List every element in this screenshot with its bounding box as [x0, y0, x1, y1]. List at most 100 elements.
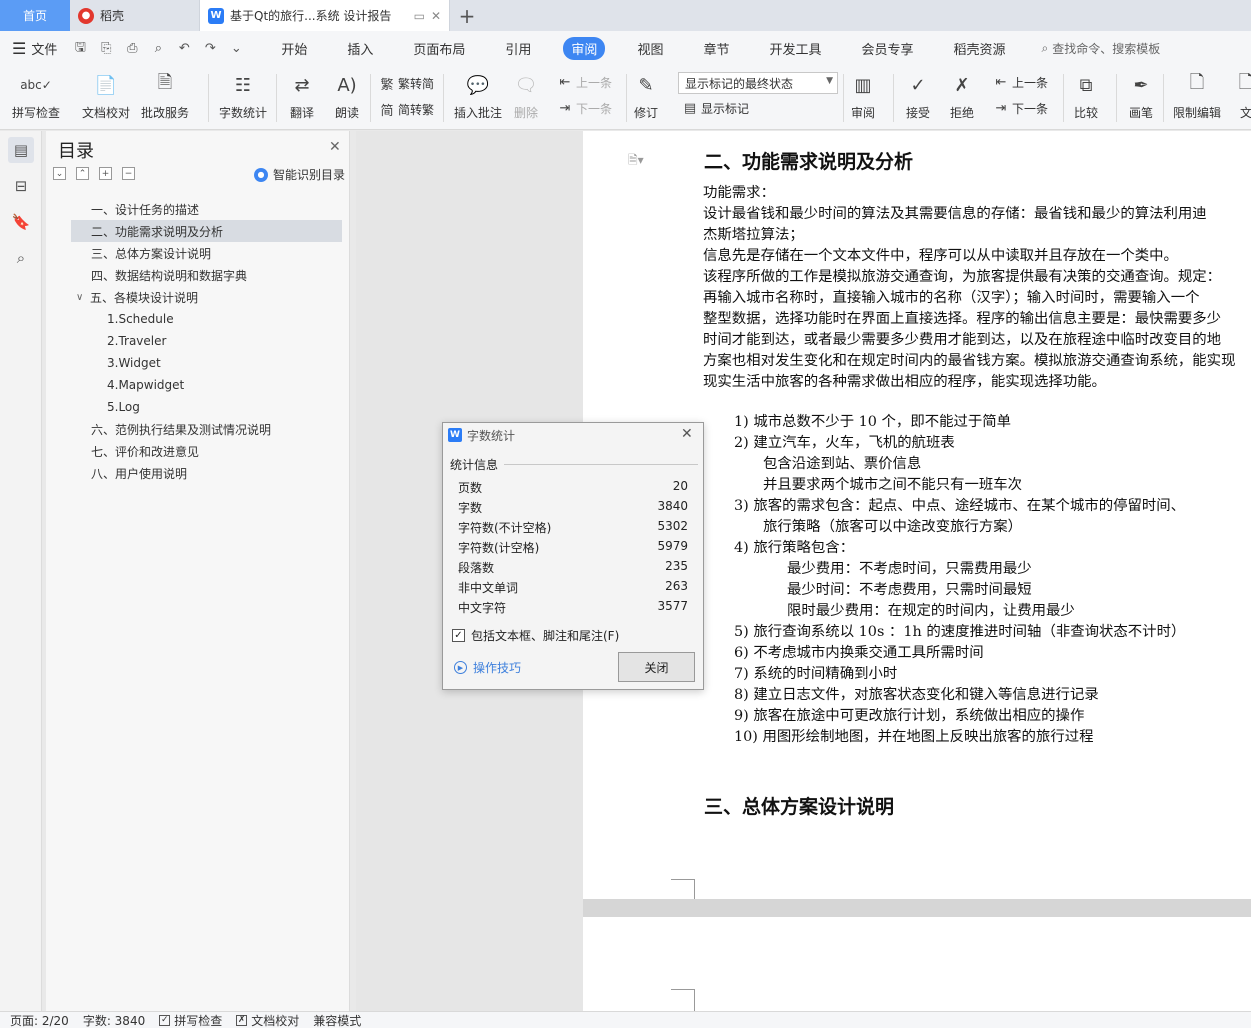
- review-pane-button[interactable]: ▥ 审阅: [849, 70, 877, 121]
- word-count-indicator[interactable]: 字数: 3840: [83, 1012, 145, 1028]
- list-item: 3) 旅客的需求包含：起点、中点、途经城市、在某个城市的停留时间、: [734, 498, 1186, 514]
- toc-item[interactable]: 八、用户使用说明: [71, 462, 342, 484]
- redo-icon[interactable]: ↷: [201, 41, 219, 56]
- file-menu[interactable]: ☰ 文件: [12, 39, 57, 58]
- toc-item[interactable]: 四、数据结构说明和数据字典: [71, 264, 342, 286]
- pen-button[interactable]: ✒ 画笔: [1127, 70, 1155, 121]
- next-comment-label: 下一条: [576, 102, 613, 116]
- dialog-titlebar[interactable]: W 字数统计: [443, 423, 703, 447]
- export-icon[interactable]: ⎘: [97, 41, 115, 56]
- tab-home[interactable]: 首页: [0, 0, 70, 31]
- close-icon[interactable]: ✕: [681, 426, 693, 442]
- ribbon-separator: [1063, 74, 1064, 122]
- include-textbox-checkbox[interactable]: ✓ 包括文本框、脚注和尾注(F): [452, 627, 619, 644]
- customize-qa-icon[interactable]: ⌄: [227, 41, 245, 56]
- insert-comment-button[interactable]: 💬 插入批注: [454, 70, 502, 121]
- list-item-continued: 旅行策略（旅客可以中途改变旅行方案）: [763, 519, 1023, 535]
- toc-subitem[interactable]: 1.Schedule: [71, 308, 342, 330]
- tab-daoke[interactable]: ● 稻壳: [70, 0, 200, 31]
- toc-item[interactable]: 一、设计任务的描述: [71, 198, 342, 220]
- new-tab-button[interactable]: +: [450, 0, 484, 31]
- undo-icon[interactable]: ↶: [175, 41, 193, 56]
- spell-check-status[interactable]: ✓ 拼写检查: [159, 1012, 222, 1028]
- spell-check-button[interactable]: abc✓ 拼写检查: [12, 70, 60, 121]
- restrict-editing-label: 限制编辑: [1173, 106, 1222, 120]
- tab-close-icon[interactable]: ✕: [431, 9, 441, 23]
- dialog-title: 字数统计: [467, 428, 516, 443]
- show-markup-button[interactable]: ▤ 显示标记: [681, 100, 749, 117]
- proofread-status[interactable]: ✗ 文档校对: [236, 1012, 299, 1028]
- bookmark-icon[interactable]: 🔖: [8, 209, 34, 235]
- save-icon[interactable]: 🖫: [71, 38, 89, 60]
- proofread-button[interactable]: 📄 文档校对: [82, 70, 130, 121]
- list-item: 9) 旅客在旅途中可更改旅行计划，系统做出相应的操作: [734, 708, 1085, 724]
- delete-comment-button[interactable]: 🗨 删除: [512, 70, 540, 121]
- menu-layout[interactable]: 页面布局: [405, 37, 473, 60]
- document-page-next[interactable]: [583, 917, 1251, 1011]
- annotate-service-button[interactable]: 🗎 批改服务: [141, 70, 189, 121]
- toc-item-active[interactable]: 二、功能需求说明及分析: [71, 220, 342, 242]
- review-pane-label: 审阅: [850, 106, 875, 120]
- toc-subitem[interactable]: 2.Traveler: [71, 330, 342, 352]
- toc-item[interactable]: 三、总体方案设计说明: [71, 242, 342, 264]
- menu-member[interactable]: 会员专享: [853, 37, 921, 60]
- toc-panel-icon[interactable]: ▤: [8, 137, 34, 163]
- print-icon[interactable]: ⎙: [123, 41, 141, 56]
- read-aloud-button[interactable]: A) 朗读: [333, 70, 361, 121]
- menu-start[interactable]: 开始: [273, 37, 315, 60]
- menu-references[interactable]: 引用: [497, 37, 539, 60]
- collapse-all-icon[interactable]: −: [122, 167, 135, 180]
- command-search[interactable]: ⌕ 查找命令、搜索模板: [1042, 40, 1161, 57]
- reject-button[interactable]: ✗ 拒绝: [948, 70, 976, 121]
- tips-link[interactable]: ▶ 操作技巧: [454, 659, 521, 676]
- smart-toc-button[interactable]: ● 智能识别目录: [254, 166, 345, 183]
- paragraph-menu-icon[interactable]: 🗎▾: [628, 151, 644, 172]
- next-change-button[interactable]: ⇥ 下一条: [992, 100, 1048, 117]
- menu-developer[interactable]: 开发工具: [761, 37, 829, 60]
- restrict-editing-button[interactable]: 🗋 限制编辑: [1173, 70, 1221, 121]
- chapter-nav-icon[interactable]: ⊟: [8, 173, 34, 199]
- toc-item[interactable]: 六、范例执行结果及测试情况说明: [71, 418, 342, 440]
- menu-insert[interactable]: 插入: [339, 37, 381, 60]
- translate-button[interactable]: ⇄ 翻译: [288, 70, 316, 121]
- toc-subitem[interactable]: 5.Log: [71, 396, 342, 418]
- toc-item[interactable]: 七、评价和改进意见: [71, 440, 342, 462]
- chevron-down-icon[interactable]: ∨: [76, 292, 90, 303]
- page-indicator[interactable]: 页面: 2/20: [10, 1012, 69, 1028]
- tab-document[interactable]: W 基于Qt的旅行...系统 设计报告 ▭ ✕: [200, 0, 450, 31]
- print-preview-icon[interactable]: ⌕: [149, 41, 167, 56]
- compare-button[interactable]: ⧉ 比较: [1072, 70, 1100, 121]
- markup-mode-select[interactable]: 显示标记的最终状态 ▼: [678, 72, 838, 94]
- prev-comment-button[interactable]: ⇤ 上一条: [556, 74, 612, 91]
- menu-review[interactable]: 审阅: [563, 37, 606, 60]
- document-more-button[interactable]: 🗋 文: [1232, 70, 1251, 121]
- close-button[interactable]: 关闭: [618, 652, 695, 682]
- menu-view[interactable]: 视图: [629, 37, 671, 60]
- read-aloud-label: 朗读: [334, 106, 359, 120]
- next-comment-button[interactable]: ⇥ 下一条: [556, 100, 612, 117]
- expand-all-icon[interactable]: +: [99, 167, 112, 180]
- collapse-up-icon[interactable]: ⌃: [76, 167, 89, 180]
- expand-down-icon[interactable]: ⌄: [53, 167, 66, 180]
- toc-subitem[interactable]: 3.Widget: [71, 352, 342, 374]
- search-icon[interactable]: ⌕: [8, 245, 34, 271]
- compare-icon: ⧉: [1079, 74, 1093, 96]
- word-count-button[interactable]: ☷ 字数统计: [219, 70, 267, 121]
- toc-subitem[interactable]: 4.Mapwidget: [71, 374, 342, 396]
- trad-to-simp-button[interactable]: 繁 繁转简: [378, 74, 434, 93]
- compat-mode-label: 兼容模式: [313, 1013, 362, 1028]
- menu-daoke-resources[interactable]: 稻壳资源: [946, 37, 1014, 60]
- tab-window-icon[interactable]: ▭: [414, 9, 425, 23]
- toc-item-expandable[interactable]: ∨ 五、各模块设计说明: [71, 286, 342, 308]
- accept-button[interactable]: ✓ 接受: [904, 70, 932, 121]
- track-changes-button[interactable]: ✎ 修订: [632, 70, 660, 121]
- ribbon-separator: [443, 74, 444, 122]
- close-icon[interactable]: ✕: [329, 139, 341, 155]
- delete-comment-label: 删除: [513, 106, 538, 120]
- menu-chapter[interactable]: 章节: [695, 37, 737, 60]
- stat-row: 字数 3840: [458, 499, 688, 516]
- simp-to-trad-button[interactable]: 简 简转繁: [378, 100, 434, 119]
- list-item: 8) 建立日志文件，对旅客状态变化和键入等信息进行记录: [734, 687, 1099, 703]
- annotate-service-label: 批改服务: [141, 106, 190, 120]
- prev-change-button[interactable]: ⇤ 上一条: [992, 74, 1048, 91]
